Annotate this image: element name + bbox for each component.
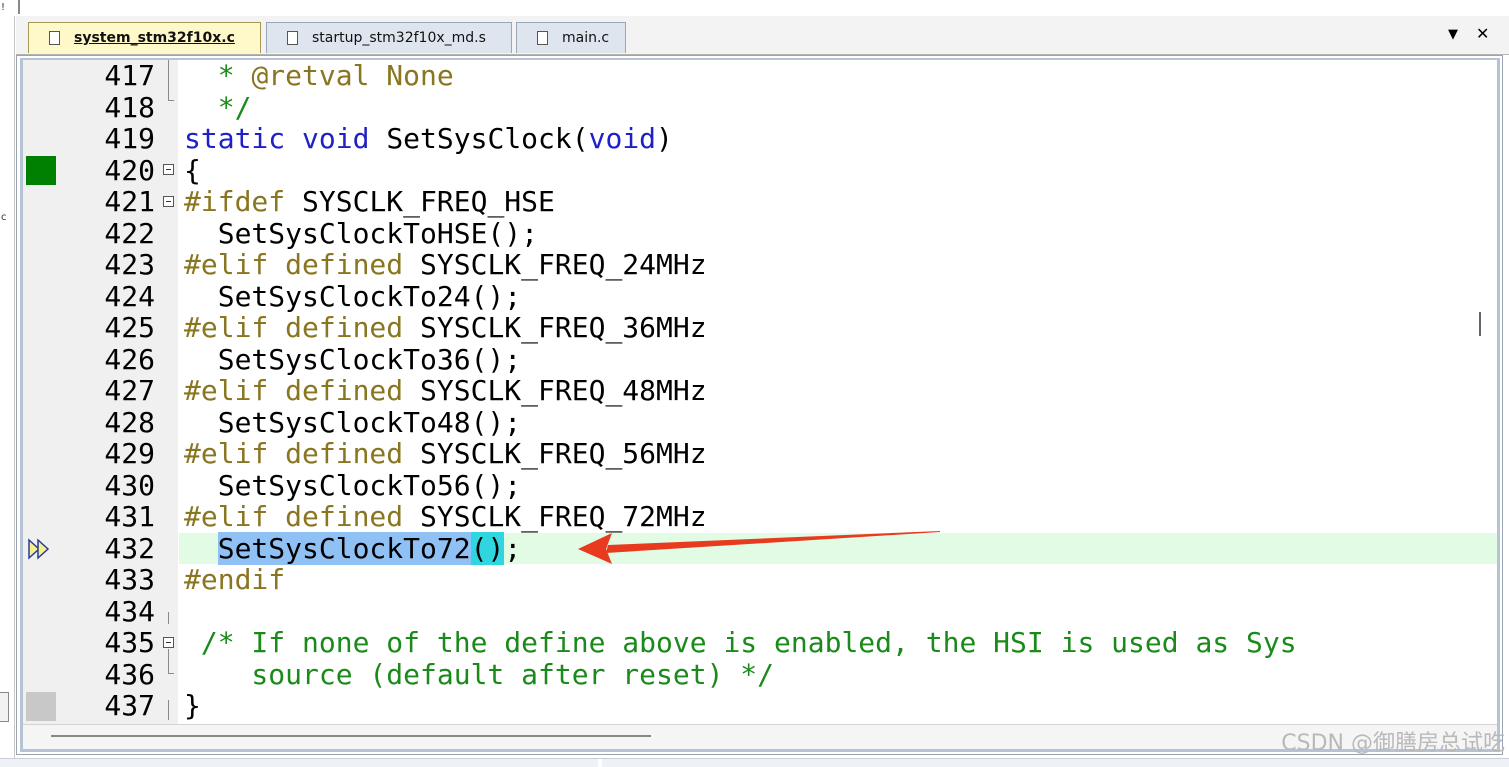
file-icon: [49, 31, 60, 45]
tab-main-c[interactable]: main.c: [516, 22, 626, 53]
code-editor[interactable]: 417 418 419 420 421 422 423 424 425 426 427 428 429 4…: [20, 58, 1500, 752]
top-panel-edge: [14, 0, 1509, 16]
current-instruction-arrow-icon: [28, 538, 50, 560]
line-number: 420: [104, 153, 155, 187]
bottom-panel-edge: [0, 758, 1509, 767]
selected-text: SetSysClockTo72: [217, 531, 471, 565]
line-number: 421: [104, 185, 155, 218]
line-number: 425: [104, 311, 155, 344]
code-line: {: [184, 153, 201, 187]
editor-tab-bar: system_stm32f10x.c startup_stm32f10x_md.…: [16, 16, 1509, 55]
line-number: 424: [104, 279, 155, 313]
line-number: 427: [104, 374, 155, 407]
file-icon: [287, 31, 298, 45]
code-line: static void SetSysClock(void): [184, 122, 673, 155]
code-line: #endif: [184, 563, 286, 596]
bracket-match: (): [470, 531, 505, 565]
tab-label: system_stm32f10x.c: [74, 30, 235, 46]
left-panel-handle[interactable]: [0, 692, 9, 722]
left-strip-char: !: [1, 2, 6, 13]
line-number: 435: [104, 626, 155, 659]
vertical-scroll-indicator[interactable]: [1479, 312, 1481, 336]
line-number: 433: [104, 563, 155, 596]
line-number: 430: [104, 468, 155, 502]
code-line: SetSysClockTo24();: [184, 279, 522, 313]
current-code-line: SetSysClockTo72();: [179, 531, 1497, 565]
fold-toggle-icon[interactable]: [163, 164, 174, 175]
code-line: #elif defined SYSCLK_FREQ_48MHz: [184, 374, 707, 407]
bookmark-marker: [26, 692, 56, 721]
code-line: * @retval None: [184, 60, 454, 92]
left-panel-edge: ! c: [0, 0, 15, 767]
tab-label: main.c: [562, 30, 610, 46]
line-number: 428: [104, 405, 155, 439]
horizontal-scrollbar[interactable]: [23, 724, 1497, 749]
watermark: CSDN @御膳房总试吃: [1281, 731, 1505, 756]
code-line: SetSysClockTo36();: [184, 342, 522, 376]
line-number: 422: [104, 216, 155, 250]
line-number: 418: [104, 90, 155, 124]
code-line: #elif defined SYSCLK_FREQ_24MHz: [184, 248, 707, 281]
code-line: */: [184, 90, 252, 124]
code-line: }: [184, 689, 201, 722]
line-number: 417: [104, 59, 155, 92]
fold-toggle-icon[interactable]: [163, 637, 174, 648]
line-number: 431: [104, 500, 155, 533]
file-icon: [537, 31, 548, 45]
line-number: 437: [104, 689, 155, 722]
tab-system-stm32f10x-c[interactable]: system_stm32f10x.c: [28, 22, 261, 53]
code-line: /* If none of the define above is enable…: [184, 626, 1297, 659]
line-number: 436: [104, 657, 155, 691]
close-tab-icon[interactable]: ✕: [1476, 24, 1489, 43]
line-number: 426: [104, 342, 155, 376]
line-number: 429: [104, 437, 155, 470]
code-area[interactable]: * @retval None */ static void SetSysCloc…: [179, 60, 1497, 724]
code-line: #elif defined SYSCLK_FREQ_72MHz: [184, 500, 707, 533]
breakpoint-marker[interactable]: [26, 156, 56, 185]
code-line: #elif defined SYSCLK_FREQ_36MHz: [184, 311, 707, 344]
line-number: 434: [104, 594, 155, 628]
code-line: #ifdef SYSCLK_FREQ_HSE: [184, 185, 555, 218]
line-number: 419: [104, 122, 155, 155]
code-line: SetSysClockTo48();: [184, 405, 522, 439]
tab-startup-stm32f10x-md-s[interactable]: startup_stm32f10x_md.s: [266, 22, 512, 53]
tab-list-dropdown-icon[interactable]: ▼: [1448, 27, 1458, 42]
line-number: 423: [104, 248, 155, 281]
code-line: #elif defined SYSCLK_FREQ_56MHz: [184, 437, 707, 470]
scrollbar-thumb[interactable]: [51, 735, 651, 737]
code-line: SetSysClockToHSE();: [184, 216, 539, 250]
code-line: source (default after reset) */: [184, 657, 775, 691]
tab-label: startup_stm32f10x_md.s: [312, 30, 486, 46]
left-strip-char: c: [1, 212, 7, 223]
line-number: 432: [104, 531, 155, 565]
code-line: SetSysClockTo56();: [184, 468, 522, 502]
fold-toggle-icon[interactable]: [163, 196, 174, 207]
